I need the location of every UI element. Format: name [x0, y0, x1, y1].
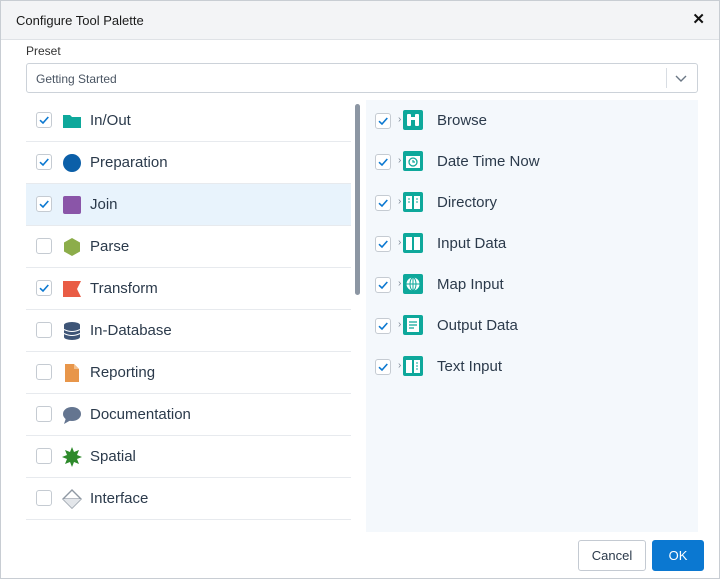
category-checkbox[interactable] — [36, 490, 52, 506]
preset-value: Getting Started — [36, 72, 117, 86]
category-checkbox[interactable] — [36, 322, 52, 338]
category-label: In-Database — [90, 322, 172, 339]
directory-book-icon — [403, 192, 423, 212]
category-row[interactable]: Parse — [26, 226, 351, 268]
binoculars-icon — [403, 110, 423, 130]
tool-label: Input Data — [437, 235, 507, 252]
tool-checkbox-checked[interactable] — [375, 113, 391, 129]
tool-label: Map Input — [437, 276, 504, 293]
category-checkbox-checked[interactable] — [36, 196, 52, 212]
tool-row[interactable]: › Output Data — [366, 305, 698, 346]
category-label: Preparation — [90, 154, 168, 171]
dialog-title: Configure Tool Palette — [16, 13, 144, 28]
tool-row[interactable]: › Directory — [366, 182, 698, 223]
category-list: In/Out Preparation Join Parse Transform In-Da… — [26, 100, 351, 532]
chevron-right-icon: › — [398, 114, 402, 125]
circle-icon — [63, 154, 81, 172]
category-label: In/Out — [90, 112, 131, 129]
category-checkbox[interactable] — [36, 238, 52, 254]
hexagon-icon — [64, 238, 80, 256]
chevron-right-icon: › — [398, 278, 402, 289]
category-row[interactable]: In/Out — [26, 100, 351, 142]
category-row[interactable]: Documentation — [26, 394, 351, 436]
tool-checkbox-checked[interactable] — [375, 236, 391, 252]
tool-label: Directory — [437, 194, 498, 211]
preset-dropdown[interactable]: Getting Started — [26, 63, 698, 93]
tool-label: Browse — [437, 112, 488, 129]
tool-row[interactable]: › Input Data — [366, 223, 698, 264]
tool-checkbox-checked[interactable] — [375, 195, 391, 211]
category-row[interactable]: In-Database — [26, 310, 351, 352]
book-input-icon — [403, 233, 423, 253]
tool-checkbox-checked[interactable] — [375, 154, 391, 170]
book-text-icon — [403, 356, 423, 376]
category-row[interactable]: Transform — [26, 268, 351, 310]
tool-label: Text Input — [437, 358, 503, 375]
category-checkbox[interactable] — [36, 448, 52, 464]
category-label: Parse — [90, 238, 130, 255]
tool-checkbox-checked[interactable] — [375, 359, 391, 375]
chevron-right-icon: › — [398, 155, 402, 166]
title-bar: Configure Tool Palette ✕ — [1, 1, 719, 40]
category-checkbox-checked[interactable] — [36, 154, 52, 170]
tool-row[interactable]: › Map Input — [366, 264, 698, 305]
clock-folder-icon — [403, 151, 423, 171]
category-row[interactable]: Interface — [26, 478, 351, 520]
tool-row[interactable]: › Date Time Now — [366, 141, 698, 182]
chevron-right-icon: › — [398, 360, 402, 371]
chevron-right-icon: › — [398, 319, 402, 330]
speech-bubble-icon — [63, 407, 81, 424]
tool-label: Output Data — [437, 317, 518, 334]
diamond-icon — [62, 489, 82, 509]
category-row[interactable]: Reporting — [26, 352, 351, 394]
starburst-icon — [62, 447, 82, 467]
configure-tool-palette-dialog: Configure Tool Palette ✕ Preset Getting … — [0, 0, 720, 579]
tool-label: Date Time Now — [437, 153, 540, 170]
tool-checkbox-checked[interactable] — [375, 318, 391, 334]
database-icon — [63, 322, 81, 340]
category-list-scrollbar[interactable] — [355, 104, 360, 295]
dropdown-separator — [666, 68, 667, 88]
tool-row[interactable]: › Text Input — [366, 346, 698, 387]
square-icon — [63, 196, 81, 214]
category-label: Reporting — [90, 364, 156, 381]
preset-label: Preset — [26, 44, 61, 58]
category-label: Spatial — [90, 448, 136, 465]
cancel-button[interactable]: Cancel — [578, 540, 646, 571]
close-icon[interactable]: ✕ — [692, 10, 705, 28]
category-checkbox-checked[interactable] — [36, 112, 52, 128]
chevron-right-icon: › — [398, 237, 402, 248]
category-checkbox-checked[interactable] — [36, 280, 52, 296]
globe-icon — [403, 274, 423, 294]
ribbon-icon — [63, 281, 81, 297]
chevron-down-icon[interactable] — [673, 70, 689, 86]
document-icon — [65, 364, 79, 382]
output-document-icon — [403, 315, 423, 335]
category-label: Join — [90, 196, 118, 213]
category-checkbox[interactable] — [36, 406, 52, 422]
folder-icon — [63, 115, 81, 128]
category-label: Documentation — [90, 406, 191, 423]
category-checkbox[interactable] — [36, 364, 52, 380]
chevron-right-icon: › — [398, 196, 402, 207]
ok-button[interactable]: OK — [652, 540, 704, 571]
category-label: Transform — [90, 280, 158, 297]
tool-checkbox-checked[interactable] — [375, 277, 391, 293]
category-label: Interface — [90, 490, 149, 507]
tool-row[interactable]: › Browse — [366, 100, 698, 141]
category-row[interactable]: Preparation — [26, 142, 351, 184]
tool-list: › Browse › Date Time Now › Directory › Input Da… — [366, 100, 698, 532]
category-row[interactable]: Join — [26, 184, 351, 226]
category-row[interactable]: Spatial — [26, 436, 351, 478]
